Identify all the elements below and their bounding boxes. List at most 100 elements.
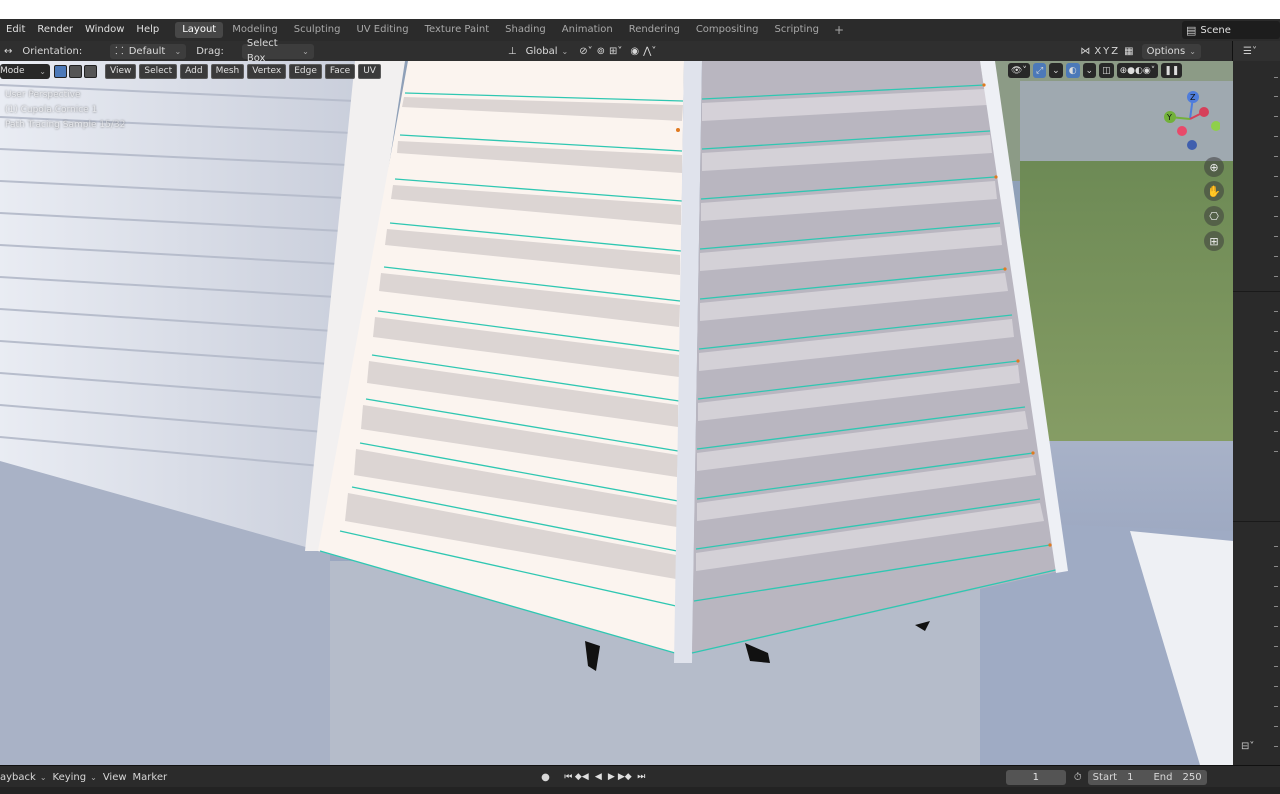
drag-dropdown[interactable]: Select Box ⌄ [241,38,314,64]
orientation-value: Default [128,45,166,57]
falloff-icon[interactable]: ⋀˅ [643,46,656,57]
orientation-dropdown[interactable]: ⸬ Default ⌄ [110,43,187,59]
chevron-down-icon: ⌄ [1189,46,1196,56]
visibility-icon[interactable]: 👁˅ [1008,63,1030,78]
transform-tool-icon[interactable]: ↔ [4,46,12,57]
menu-render[interactable]: Render [31,19,79,41]
menu-select[interactable]: Select [139,63,178,79]
navigation-gizmo[interactable]: Z Y [1160,89,1220,159]
menu-add[interactable]: Add [180,63,208,79]
gizmo-x-axis[interactable] [1199,107,1209,117]
end-label: End [1153,771,1173,783]
chevron-down-icon: ⌄ [174,46,182,56]
chevron-down-icon: ⌄ [90,772,97,782]
face-select-button[interactable] [84,64,97,78]
overlay-toggle-icon[interactable]: ◐ [1065,63,1080,78]
menu-view[interactable]: View [105,63,137,79]
tab-animation[interactable]: Animation [555,22,620,38]
mirror-icon[interactable]: ⋈ [1080,46,1090,57]
menu-window[interactable]: Window [79,19,130,41]
mode-dropdown[interactable]: Mode ⌄ [0,63,50,79]
playback-menu[interactable]: ayback ⌄ [0,772,47,783]
tab-uv-editing[interactable]: UV Editing [349,22,415,38]
auto-merge-icon[interactable]: ▦ [1124,46,1133,57]
start-frame-field[interactable]: 1 [1122,770,1138,785]
tree-tick [1274,626,1278,627]
pivot-point-icon[interactable]: ⊘˅ [579,46,592,57]
edge-select-button[interactable] [69,64,82,78]
pause-render-icon[interactable]: ❚❚ [1161,63,1183,78]
menu-edge[interactable]: Edge [289,63,322,79]
chevron-down-icon[interactable]: ⌄ [1049,63,1063,78]
record-icon[interactable]: ● [541,772,550,783]
tab-compositing[interactable]: Compositing [689,22,766,38]
gizmo-neg-x[interactable] [1177,126,1187,136]
timeline-header: ayback ⌄ Keying ⌄ View Marker ● ⏮ ◆◀ ◀ ▶… [0,765,1280,788]
viewport-header: Mode ⌄ View Select Add Mesh Vertex Edge … [0,63,381,79]
jump-start-icon[interactable]: ⏮ [562,772,575,782]
snap-icon[interactable]: ⊚ [597,46,605,57]
tree-tick [1274,311,1278,312]
tree-tick [1274,276,1278,277]
tree-tick [1274,156,1278,157]
frame-range[interactable]: Start 1 End 250 [1087,769,1207,785]
menu-mesh[interactable]: Mesh [210,63,245,79]
pan-hand-icon[interactable]: ✋ [1204,181,1224,201]
shading-modes[interactable]: ⊕●◐◉˅ [1116,63,1159,78]
tree-tick [1274,706,1278,707]
mirror-y-toggle[interactable]: Y [1103,46,1109,57]
camera-view-icon[interactable]: ⎔ [1204,206,1224,226]
tree-tick [1274,411,1278,412]
menu-face[interactable]: Face [324,63,356,79]
mirror-x-toggle[interactable]: X [1094,46,1101,57]
mirror-z-toggle[interactable]: Z [1111,46,1118,57]
options-dropdown[interactable]: Options ⌄ [1141,43,1201,59]
transform-orientation-icon: ⊥ [507,45,517,57]
keying-label: Keying [52,771,87,783]
gizmo-toggle-icon[interactable]: ⤢ [1032,63,1047,78]
tree-tick [1274,216,1278,217]
chevron-down-icon[interactable]: ⌄ [1082,63,1097,78]
keying-menu[interactable]: Keying ⌄ [53,772,97,783]
tree-tick [1274,96,1278,97]
stopwatch-icon[interactable]: ⏱ [1074,772,1082,783]
tree-tick [1274,606,1278,607]
tree-tick [1274,586,1278,587]
timeline-view-menu[interactable]: View [103,772,127,783]
vertex-select-button[interactable] [54,64,67,78]
options-label: Options [1146,45,1186,57]
scene-selector[interactable]: ▤ Scene [1182,21,1280,39]
chevron-down-icon: ⌄ [39,772,47,782]
tab-shading[interactable]: Shading [498,22,553,38]
xray-icon[interactable]: ◫ [1099,63,1114,78]
properties-editor-icon[interactable]: ⊟˅ [1241,741,1254,752]
play-reverse-icon[interactable]: ◀ [592,772,605,782]
end-frame-field[interactable]: 250 [1178,770,1207,785]
prev-keyframe-icon[interactable]: ◆◀ [575,772,589,782]
menu-help[interactable]: Help [130,19,165,41]
tab-layout[interactable]: Layout [175,22,224,38]
render-sample-text: Path Tracing Sample 15/32 [5,120,126,130]
add-workspace-button[interactable]: + [828,23,850,37]
tool-settings-bar: ↔ Orientation: ⸬ Default ⌄ Drag: Select … [0,38,1233,64]
snap-target-icon[interactable]: ⊞˅ [609,46,622,57]
next-keyframe-icon[interactable]: ▶◆ [618,772,632,782]
gizmo-neg-z[interactable] [1187,140,1197,150]
tab-texture-paint[interactable]: Texture Paint [418,22,497,38]
marker-menu[interactable]: Marker [133,772,168,783]
zoom-icon[interactable]: ⊕ [1204,157,1224,177]
jump-end-icon[interactable]: ⏭ [635,772,648,782]
menu-vertex[interactable]: Vertex [247,63,287,79]
3d-viewport[interactable]: Mode ⌄ View Select Add Mesh Vertex Edge … [0,61,1233,765]
tab-rendering[interactable]: Rendering [622,22,687,38]
editor-type-icon[interactable]: ☰˅ [1233,41,1280,61]
tab-scripting[interactable]: Scripting [768,22,826,38]
current-frame-field[interactable]: 1 [1005,769,1066,785]
proportional-edit-icon[interactable]: ◉ [630,46,639,57]
gizmo-neg-y[interactable] [1211,121,1220,131]
menu-uv[interactable]: UV [358,63,381,79]
menu-edit[interactable]: Edit [0,19,31,41]
grid-view-icon[interactable]: ⊞ [1204,231,1224,251]
play-icon[interactable]: ▶ [605,772,618,782]
transform-orientation-dropdown[interactable]: Global ⌄ [521,44,574,59]
